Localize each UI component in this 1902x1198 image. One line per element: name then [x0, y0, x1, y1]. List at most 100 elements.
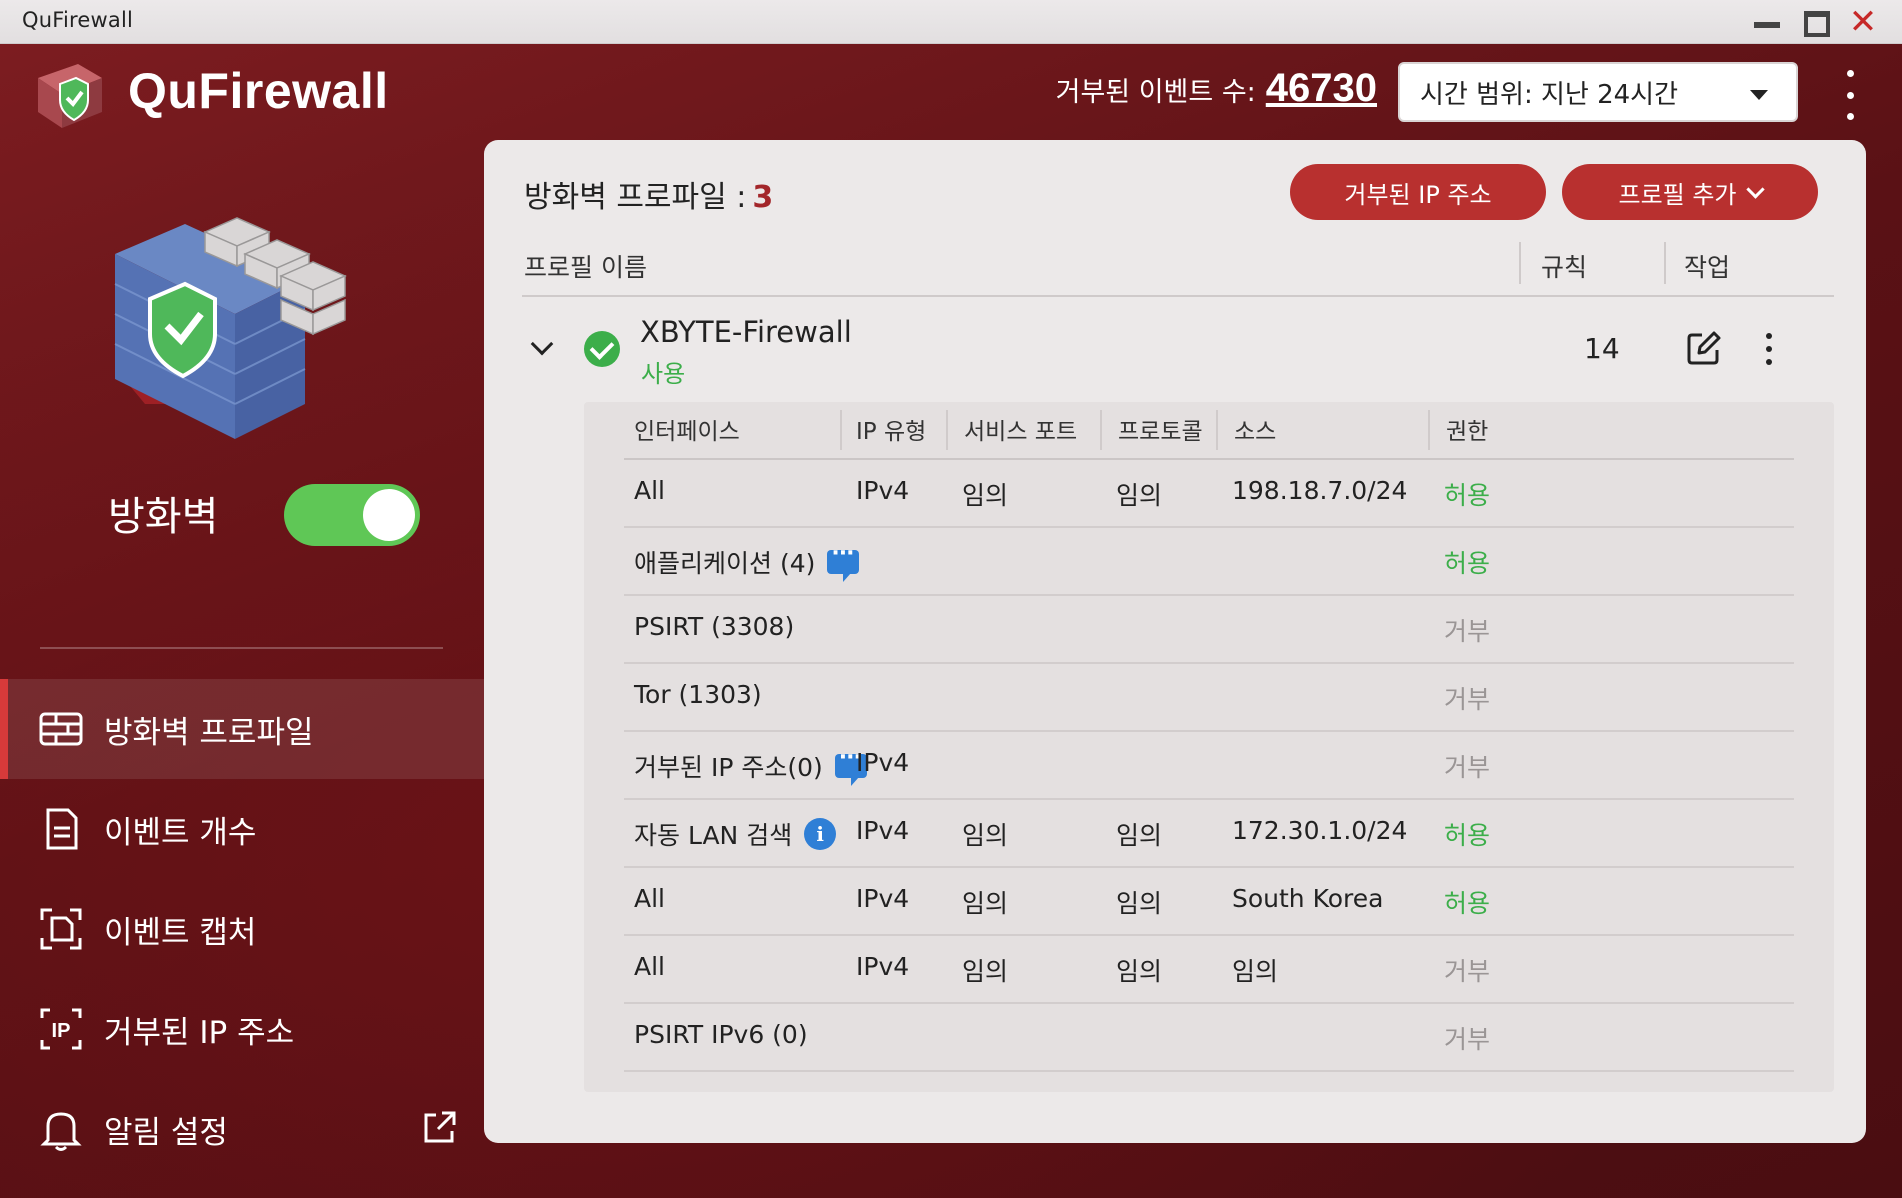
add-profile-button-label: 프로필 추가: [1618, 180, 1737, 209]
more-options-icon[interactable]: [1840, 70, 1860, 120]
column-header-action: 작업: [1684, 253, 1731, 282]
rule-interface: All: [634, 952, 665, 981]
window-titlebar: QuFirewall ✕: [0, 0, 1902, 44]
column-separator: [840, 410, 842, 450]
dropdown-caret-icon: [1750, 90, 1768, 100]
rule-port: 임의: [962, 481, 1009, 510]
rule-interface: 거부된 IP 주소(0): [634, 753, 823, 782]
sidebar-divider: [40, 647, 443, 649]
rule-source: South Korea: [1232, 884, 1384, 913]
app-title: QuFirewall: [128, 63, 389, 119]
rule-col-source: 소스: [1234, 419, 1277, 445]
rule-protocol: 임의: [1116, 957, 1163, 986]
firewall-label: 방화벽: [108, 494, 219, 540]
time-range-select[interactable]: 시간 범위: 지난 24시간: [1398, 62, 1798, 122]
rule-interface-cell: 애플리케이션 (4): [634, 541, 860, 582]
comment-icon[interactable]: [827, 541, 860, 582]
rule-protocol: 임의: [1116, 481, 1163, 510]
external-link-icon[interactable]: [420, 1109, 458, 1147]
profiles-title: 방화벽 프로파일 :3: [524, 172, 773, 216]
denied-ip-button-label: 거부된 IP 주소: [1344, 180, 1492, 209]
rule-interface-cell: 거부된 IP 주소(0): [634, 745, 867, 786]
rule-permission: 허용: [1444, 821, 1491, 850]
main-panel: 방화벽 프로파일 :3 거부된 IP 주소 프로필 추가 프로필 이름 규칙 작…: [484, 140, 1866, 1143]
rule-port: 임의: [962, 889, 1009, 918]
close-button[interactable]: ✕: [1848, 5, 1878, 39]
info-icon[interactable]: i: [804, 818, 837, 850]
rule-source: 172.30.1.0/24: [1232, 816, 1408, 845]
sidebar-item-firewall-profile[interactable]: 방화벽 프로파일: [0, 679, 484, 779]
rule-row[interactable]: PSIRT IPv6 (0) 거부: [624, 1004, 1794, 1072]
rule-ip-type: IPv4: [856, 952, 910, 981]
time-range-value: 시간 범위: 지난 24시간: [1420, 79, 1678, 110]
rules-table: 인터페이스 IP 유형 서비스 포트 프로토콜 소스 권한 All IPv4 임…: [584, 402, 1834, 1092]
rule-ip-type: IPv4: [856, 884, 910, 913]
rule-port: 임의: [962, 821, 1009, 850]
profile-status: 사용: [641, 360, 686, 388]
rule-permission: 허용: [1444, 549, 1491, 578]
rule-row[interactable]: All IPv4 임의 임의 임의 거부: [624, 936, 1794, 1004]
rule-col-protocol: 프로토콜: [1118, 419, 1203, 445]
rule-interface: Tor (1303): [634, 680, 762, 709]
rule-row[interactable]: 거부된 IP 주소(0) IPv4 거부: [624, 732, 1794, 800]
firewall-illustration: [114, 217, 347, 439]
document-icon: [46, 808, 78, 850]
profile-more-options-icon[interactable]: [1764, 333, 1774, 365]
profiles-count: 3: [752, 180, 774, 215]
column-header-profile-name: 프로필 이름: [524, 253, 647, 282]
rule-col-service-port: 서비스 포트: [964, 419, 1078, 445]
column-separator: [1664, 242, 1666, 284]
rule-ip-type: IPv4: [856, 748, 910, 777]
rule-protocol: 임의: [1116, 889, 1163, 918]
firewall-toggle[interactable]: [284, 484, 420, 546]
rule-interface: 자동 LAN 검색: [634, 821, 793, 850]
rule-interface: All: [634, 884, 665, 913]
rule-row[interactable]: PSIRT (3308) 거부: [624, 596, 1794, 664]
rule-row[interactable]: All IPv4 임의 임의 South Korea 허용: [624, 868, 1794, 936]
ip-icon: IP: [40, 1008, 82, 1050]
rule-protocol: 임의: [1116, 821, 1163, 850]
profile-rules-count: 14: [1584, 332, 1620, 365]
rule-ip-type: IPv4: [856, 816, 910, 845]
capture-icon: [40, 908, 82, 950]
sidebar-item-event-count[interactable]: 이벤트 개수: [0, 779, 484, 879]
rule-row[interactable]: 자동 LAN 검색 i IPv4 임의 임의 172.30.1.0/24 허용: [624, 800, 1794, 868]
rule-permission: 거부: [1444, 617, 1491, 646]
app-window: QuFirewall 거부된 이벤트 수: 46730 시간 범위: 지난 24…: [0, 44, 1902, 1198]
collapse-chevron-icon[interactable]: [530, 332, 554, 356]
rule-permission: 거부: [1444, 1025, 1491, 1054]
svg-text:IP: IP: [52, 1020, 71, 1042]
firewall-profile-icon: [39, 712, 83, 746]
minimize-button[interactable]: [1752, 8, 1782, 36]
rule-interface: PSIRT IPv6 (0): [634, 1020, 808, 1049]
sidebar-item-notification-settings[interactable]: 알림 설정: [0, 1079, 484, 1179]
chevron-down-icon: [1745, 179, 1765, 199]
column-separator: [1216, 410, 1218, 450]
rule-row[interactable]: Tor (1303) 거부: [624, 664, 1794, 732]
rule-source: 임의: [1232, 957, 1279, 986]
denied-ip-button[interactable]: 거부된 IP 주소: [1290, 164, 1546, 220]
rule-row[interactable]: 애플리케이션 (4) 허용: [624, 528, 1794, 596]
rule-ip-type: IPv4: [856, 476, 910, 505]
column-separator: [946, 410, 948, 450]
edit-icon[interactable]: [1686, 330, 1722, 366]
add-profile-button[interactable]: 프로필 추가: [1562, 164, 1818, 220]
sidebar-item-denied-ip[interactable]: IP 거부된 IP 주소: [0, 979, 484, 1079]
rule-col-ip-type: IP 유형: [856, 419, 927, 445]
rule-col-interface: 인터페이스: [634, 419, 740, 445]
enabled-check-icon: [584, 331, 620, 367]
rule-permission: 허용: [1444, 889, 1491, 918]
denied-events-label: 거부된 이벤트 수:: [1055, 77, 1256, 108]
rule-col-permission: 권한: [1446, 419, 1489, 445]
maximize-button[interactable]: [1801, 8, 1831, 37]
denied-events-count-link[interactable]: 46730: [1266, 66, 1377, 111]
bell-icon: [40, 1112, 82, 1151]
rule-row[interactable]: All IPv4 임의 임의 198.18.7.0/24 허용: [624, 460, 1794, 528]
rule-interface: 애플리케이션 (4): [634, 549, 816, 578]
window-title: QuFirewall: [22, 8, 134, 32]
sidebar-item-event-capture[interactable]: 이벤트 캡처: [0, 879, 484, 979]
sidebar-item-label: 이벤트 개수: [104, 814, 257, 851]
sidebar-item-label: 알림 설정: [104, 1114, 228, 1151]
column-header-rules: 규칙: [1541, 253, 1588, 282]
column-separator: [1519, 242, 1521, 284]
